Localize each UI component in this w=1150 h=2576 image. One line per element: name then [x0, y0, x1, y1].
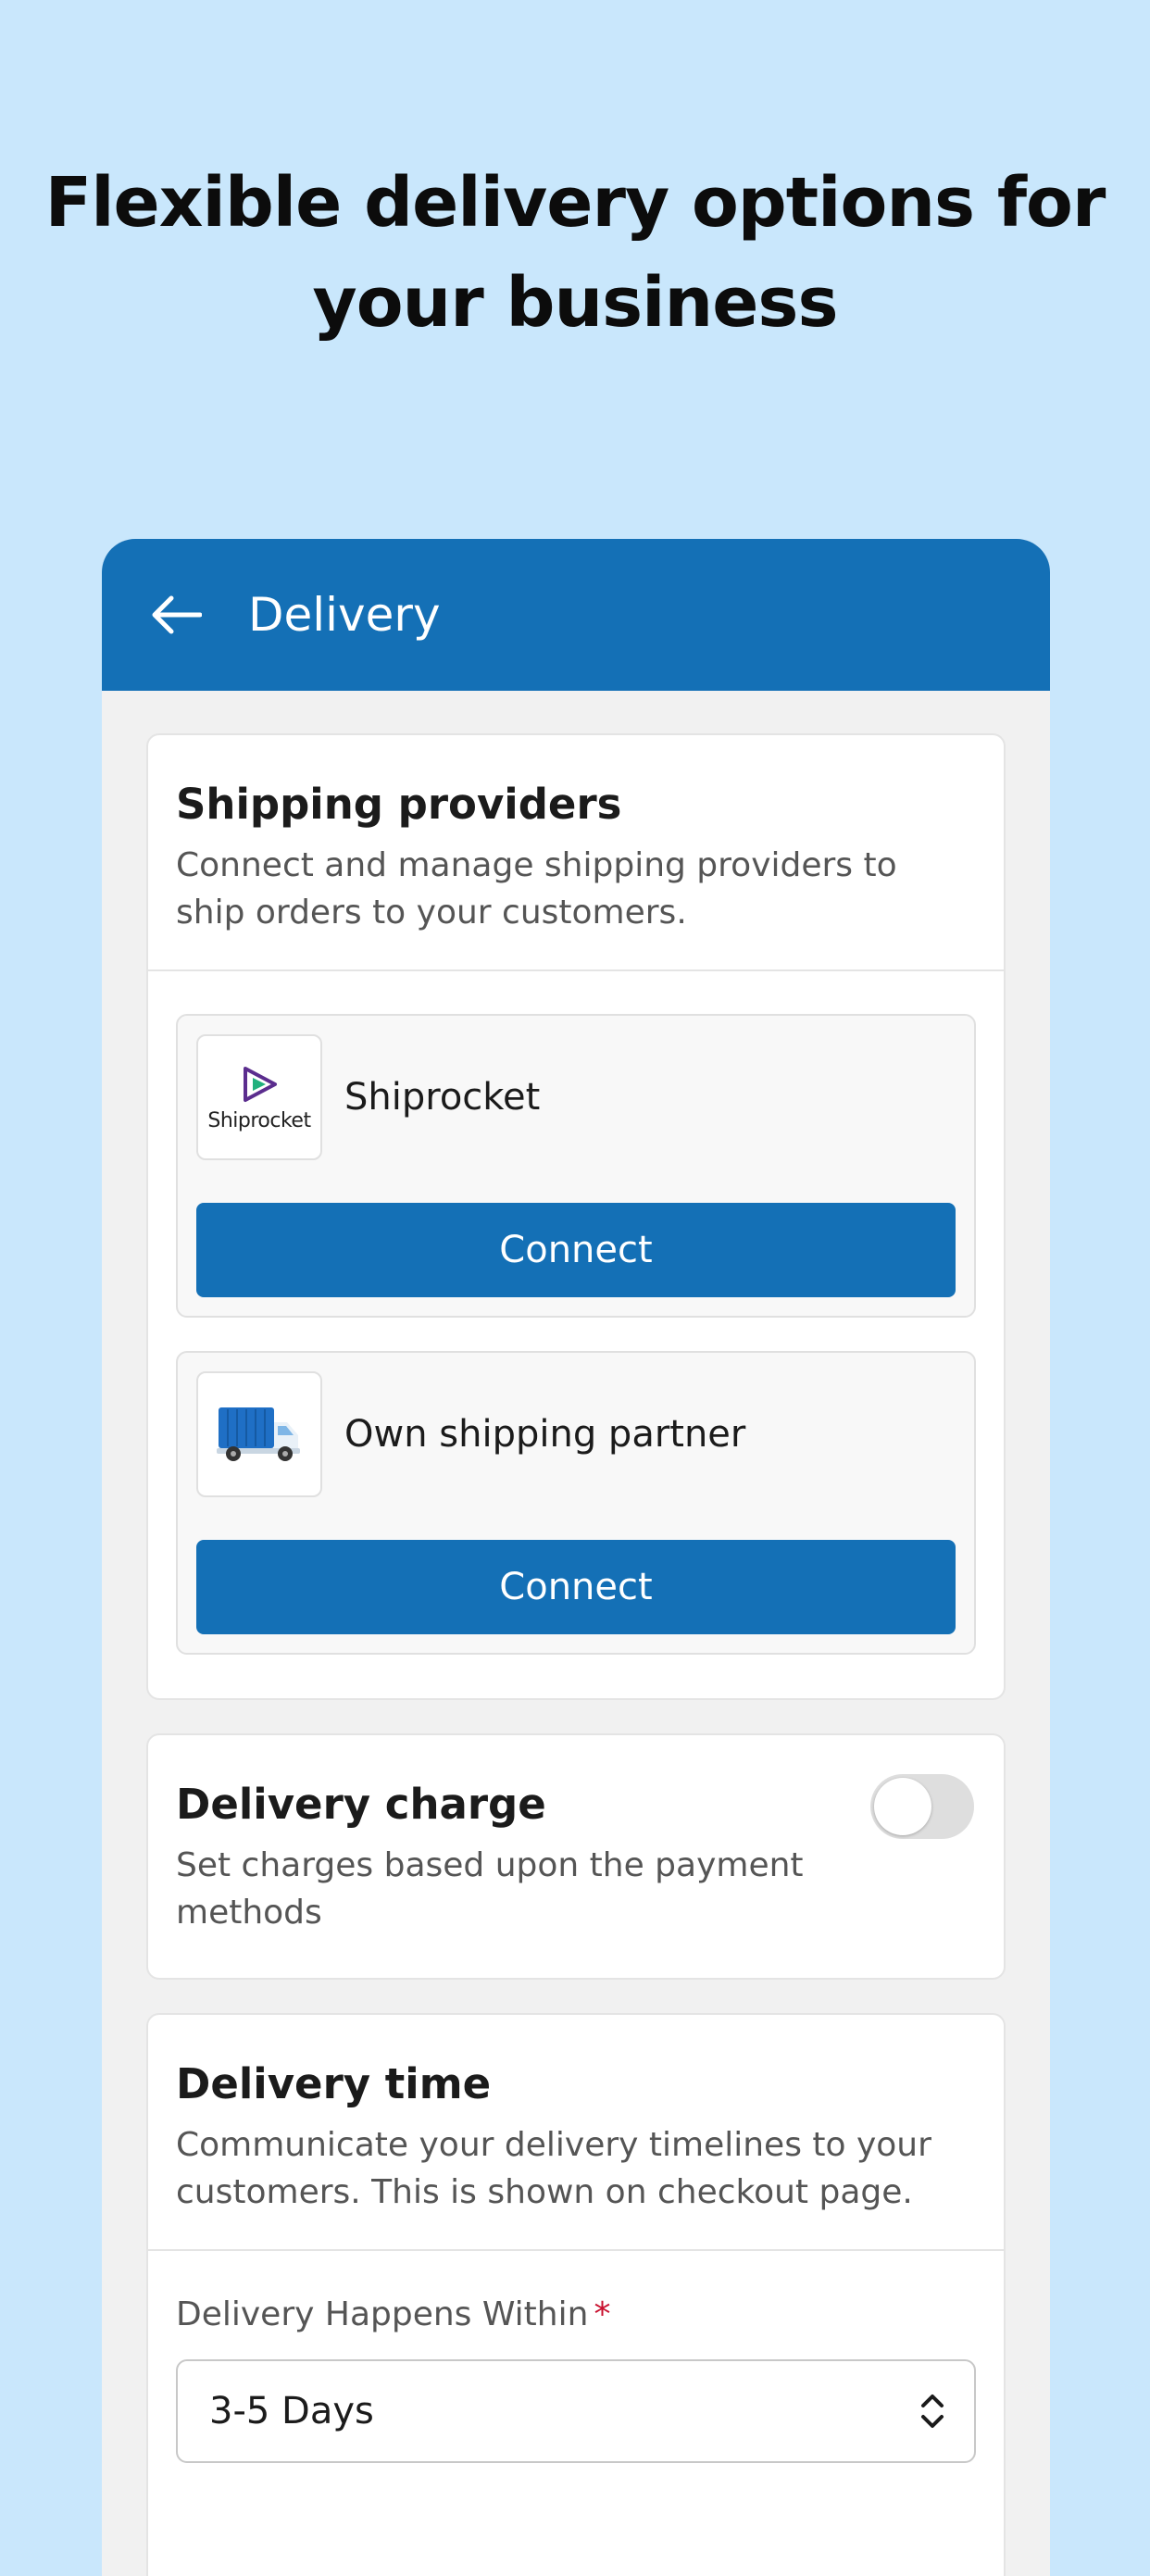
shiprocket-logo-icon — [244, 1066, 277, 1102]
headline-line-1: Flexible delivery options for — [44, 163, 1106, 243]
shipping-providers-title: Shipping providers — [176, 780, 622, 829]
divider — [148, 969, 1004, 971]
provider-name: Own shipping partner — [344, 1413, 746, 1456]
delivery-time-description: Communicate your delivery timelines to y… — [176, 2126, 931, 2211]
own-shipping-logo — [196, 1371, 322, 1497]
delivery-within-select[interactable]: 3-5 Days — [176, 2359, 976, 2463]
toggle-knob — [874, 1778, 931, 1835]
provider-own-shipping-partner: Own shipping partner Connect — [176, 1351, 976, 1655]
delivery-charge-description: Set charges based upon the payment metho… — [176, 1846, 804, 1932]
connect-shiprocket-button[interactable]: Connect — [196, 1203, 956, 1297]
field-label-text: Delivery Happens Within — [176, 2295, 589, 2333]
app-bar: Delivery — [102, 539, 1050, 691]
provider-shiprocket: Shiprocket Shiprocket Connect — [176, 1014, 976, 1318]
select-value: 3-5 Days — [209, 2390, 374, 2432]
back-button[interactable] — [150, 589, 202, 641]
delivery-truck-icon — [217, 1407, 300, 1461]
delivery-charge-toggle[interactable] — [870, 1774, 974, 1839]
shiprocket-logo: Shiprocket — [196, 1034, 322, 1160]
provider-name: Shiprocket — [344, 1076, 541, 1119]
delivery-within-label: Delivery Happens Within * — [176, 2295, 976, 2333]
connect-own-shipping-button[interactable]: Connect — [196, 1540, 956, 1634]
chevron-up-down-icon — [921, 2395, 944, 2428]
shipping-providers-description: Connect and manage shipping providers to… — [176, 846, 897, 932]
required-asterisk: * — [594, 2295, 611, 2333]
headline: Flexible delivery options for your busin… — [0, 153, 1150, 353]
delivery-time-title: Delivery time — [176, 2059, 492, 2108]
arrow-left-icon — [152, 595, 202, 634]
headline-line-2: your business — [312, 263, 838, 343]
delivery-charge-title: Delivery charge — [176, 1780, 546, 1829]
phone-screen: Delivery Shipping providers Connect and … — [102, 539, 1050, 2576]
shiprocket-logo-text: Shiprocket — [207, 1108, 311, 1132]
shipping-providers-card: Shipping providers Connect and manage sh… — [146, 733, 1006, 1700]
delivery-time-card: Delivery time Communicate your delivery … — [146, 2013, 1006, 2576]
page-title: Delivery — [248, 588, 441, 642]
delivery-charge-card: Delivery charge Set charges based upon t… — [146, 1733, 1006, 1980]
